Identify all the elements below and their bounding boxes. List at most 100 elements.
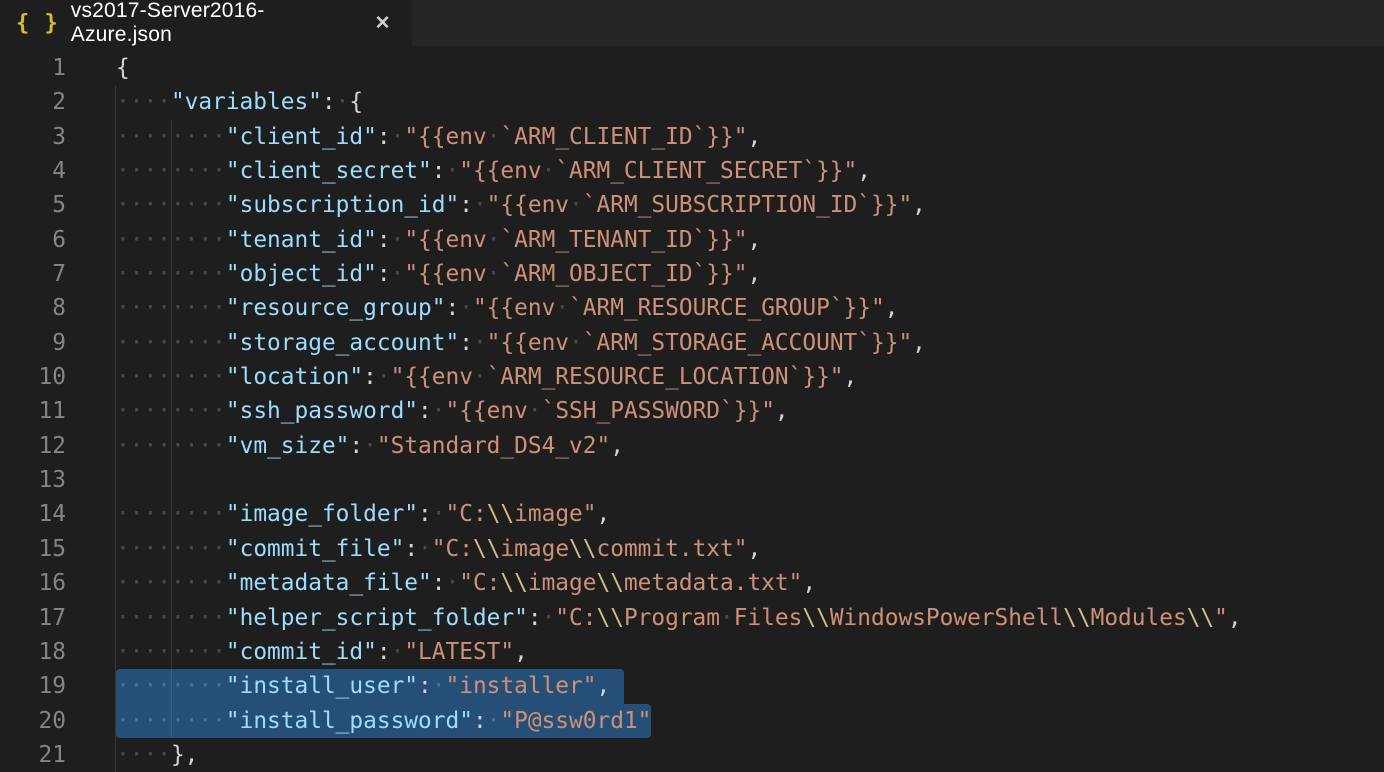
code-line[interactable]: 6 ········"tenant_id":·"{{env·`ARM_TENANT… — [0, 223, 1384, 257]
line-number[interactable]: 21 — [0, 738, 66, 772]
line-number[interactable]: 6 — [0, 223, 66, 257]
whitespace-dot: · — [212, 433, 226, 459]
code-line[interactable]: 10········"location":·"{{env·`ARM_RESOUR… — [0, 360, 1384, 394]
code-text[interactable]: ····"variables":·{ — [116, 85, 363, 119]
line-number[interactable]: 3 — [0, 120, 66, 154]
whitespace-dot: · — [171, 639, 185, 665]
code-text[interactable]: ········"metadata_file":·"C:\\image\\met… — [116, 566, 816, 600]
code-line[interactable]: 5 ········"subscription_id":·"{{env·`ARM_… — [0, 188, 1384, 222]
whitespace-dot: · — [171, 364, 185, 390]
whitespace-dot: · — [198, 158, 212, 184]
whitespace-dot: · — [528, 398, 542, 424]
line-number[interactable]: 1 — [0, 51, 66, 85]
token-e: \\ — [487, 501, 514, 527]
line-number[interactable]: 11 — [0, 394, 66, 428]
whitespace-dot: · — [473, 364, 487, 390]
code-text[interactable]: ········"storage_account":·"{{env·`ARM_S… — [116, 326, 926, 360]
whitespace-dot: · — [185, 398, 199, 424]
token-p: , — [912, 330, 926, 356]
line-number[interactable]: 7 — [0, 257, 66, 291]
code-text[interactable]: ········"helper_script_folder":·"C:\\Pro… — [116, 601, 1242, 635]
code-text[interactable]: ········"client_id":·"{{env·`ARM_CLIENT_… — [116, 120, 761, 154]
code-text[interactable]: ········"subscription_id":·"{{env·`ARM_S… — [116, 188, 926, 222]
whitespace-dot: · — [171, 433, 185, 459]
whitespace-dot: · — [473, 192, 487, 218]
code-line[interactable]: 1{ — [0, 51, 1384, 85]
code-text[interactable]: ········"location":·"{{env·`ARM_RESOURCE… — [116, 360, 857, 394]
line-number[interactable]: 19 — [0, 669, 66, 703]
code-text[interactable]: ········"client_secret":·"{{env·`ARM_CLI… — [116, 154, 871, 188]
code-text[interactable]: ····}, — [116, 738, 198, 772]
line-number[interactable]: 8 — [0, 291, 66, 325]
tab-close-icon[interactable]: ✕ — [369, 9, 396, 37]
token-p: , — [514, 639, 528, 665]
code-line[interactable]: 7 ········"object_id":·"{{env·`ARM_OBJECT… — [0, 257, 1384, 291]
code-line[interactable]: 15········"commit_file":·"C:\\image\\com… — [0, 532, 1384, 566]
line-number[interactable]: 17 — [0, 601, 66, 635]
whitespace-dot: · — [171, 295, 185, 321]
whitespace-dot: · — [198, 124, 212, 150]
whitespace-dot: · — [542, 158, 556, 184]
code-text[interactable]: ········"vm_size":·"Standard_DS4_v2", — [116, 429, 624, 463]
tab-vs2017-server2016-azure[interactable]: { } vs2017-Server2016-Azure.json ✕ — [0, 0, 412, 46]
code-line[interactable]: 13 — [0, 463, 1384, 497]
code-line[interactable]: 19 ········"install_user":·"installer", — [0, 669, 1384, 703]
whitespace-dot: · — [157, 433, 171, 459]
code-text[interactable]: ········"install_password":·"P@ssw0rd1" — [116, 704, 651, 738]
whitespace-dot: · — [157, 639, 171, 665]
line-number[interactable]: 18 — [0, 635, 66, 669]
code-line[interactable]: 21 ····}, — [0, 738, 1384, 772]
whitespace-dot: · — [143, 364, 157, 390]
line-number[interactable]: 2 — [0, 85, 66, 119]
line-number[interactable]: 15 — [0, 532, 66, 566]
line-number[interactable]: 14 — [0, 497, 66, 531]
line-number[interactable]: 16 — [0, 566, 66, 600]
whitespace-dot: · — [171, 570, 185, 596]
code-line[interactable]: 11········"ssh_password":·"{{env·`SSH_PA… — [0, 394, 1384, 428]
token-k: "install_password" — [226, 708, 473, 734]
line-number[interactable]: 12 — [0, 429, 66, 463]
code-line[interactable]: 14 ········"image_folder":·"C:\\image", — [0, 497, 1384, 531]
code-text[interactable]: { — [116, 51, 130, 85]
token-k: "storage_account" — [226, 330, 459, 356]
code-text[interactable]: ········"ssh_password":·"{{env·`SSH_PASS… — [116, 394, 789, 428]
line-number[interactable]: 20 — [0, 704, 66, 738]
token-s: "installer" — [446, 673, 597, 699]
line-number[interactable]: 9 — [0, 326, 66, 360]
code-line[interactable]: 2 ····"variables":·{ — [0, 85, 1384, 119]
line-number[interactable]: 13 — [0, 463, 66, 497]
code-text[interactable]: ········"commit_id":·"LATEST", — [116, 635, 528, 669]
line-number[interactable]: 4 — [0, 154, 66, 188]
whitespace-dot: · — [143, 158, 157, 184]
code-line[interactable]: 4········"client_secret":·"{{env·`ARM_CL… — [0, 154, 1384, 188]
whitespace-dot: · — [391, 639, 405, 665]
code-text[interactable]: ········"commit_file":·"C:\\image\\commi… — [116, 532, 761, 566]
whitespace-dot: · — [445, 570, 459, 596]
code-line[interactable]: 20 ········"install_password":·"P@ssw0rd1… — [0, 704, 1384, 738]
whitespace-dot: · — [212, 398, 226, 424]
line-number[interactable]: 10 — [0, 360, 66, 394]
code-text[interactable]: ········"tenant_id":·"{{env·`ARM_TENANT_… — [116, 223, 761, 257]
code-text[interactable]: ········"install_user":·"installer", — [116, 669, 624, 703]
token-k: "commit_id" — [226, 639, 377, 665]
code-line[interactable]: 3········"client_id":·"{{env·`ARM_CLIENT… — [0, 120, 1384, 154]
token-s: "C: — [459, 570, 500, 596]
whitespace-dot: · — [487, 124, 501, 150]
code-line[interactable]: 12 ········"vm_size":·"Standard_DS4_v2", — [0, 429, 1384, 463]
code-line[interactable]: 8········"resource_group":·"{{env·`ARM_R… — [0, 291, 1384, 325]
editor[interactable]: 1{2····"variables":·{3········"client_id… — [0, 46, 1384, 772]
whitespace-dot: · — [445, 158, 459, 184]
code-text[interactable]: ········"resource_group":·"{{env·`ARM_RE… — [116, 291, 898, 325]
code-text[interactable]: ········"image_folder":·"C:\\image", — [116, 497, 610, 531]
token-s: "{{env — [391, 364, 473, 390]
code-line[interactable]: 17 ········"helper_script_folder":·"C:\\P… — [0, 601, 1384, 635]
token-p: : — [528, 605, 542, 631]
whitespace-dot: · — [198, 536, 212, 562]
whitespace-dot: · — [116, 536, 130, 562]
code-text[interactable]: ········"object_id":·"{{env·`ARM_OBJECT_… — [116, 257, 761, 291]
line-number[interactable]: 5 — [0, 188, 66, 222]
code-line[interactable]: 16········"metadata_file":·"C:\\image\\m… — [0, 566, 1384, 600]
code-line[interactable]: 9 ········"storage_account":·"{{env·`ARM_… — [0, 326, 1384, 360]
whitespace-dot: · — [459, 295, 473, 321]
code-line[interactable]: 18········"commit_id":·"LATEST", — [0, 635, 1384, 669]
